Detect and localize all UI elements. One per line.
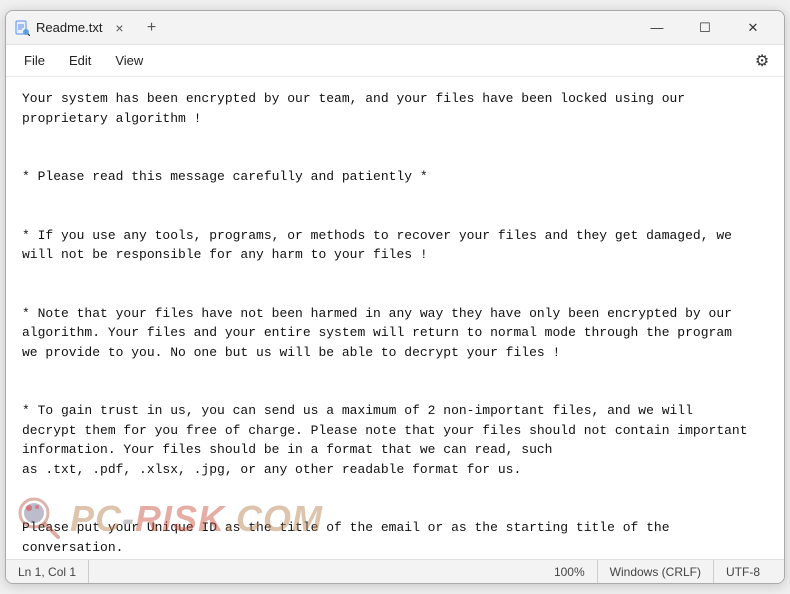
line-ending: Windows (CRLF): [598, 560, 714, 583]
menu-edit[interactable]: Edit: [59, 49, 101, 72]
title-bar: Readme.txt × + — ☐ ✕: [6, 11, 784, 45]
zoom-level: 100%: [542, 560, 598, 583]
menu-file[interactable]: File: [14, 49, 55, 72]
close-window-button[interactable]: ✕: [730, 13, 776, 43]
new-tab-button[interactable]: +: [138, 15, 164, 41]
menu-bar: File Edit View ⚙: [6, 45, 784, 77]
content-area: Your system has been encrypted by our te…: [6, 77, 784, 559]
settings-button[interactable]: ⚙: [748, 47, 776, 75]
notepad-window: Readme.txt × + — ☐ ✕ File Edit View ⚙ Yo…: [5, 10, 785, 584]
cursor-position: Ln 1, Col 1: [18, 560, 89, 583]
encoding: UTF-8: [714, 560, 772, 583]
window-controls: — ☐ ✕: [634, 13, 776, 43]
minimize-button[interactable]: —: [634, 13, 680, 43]
tab-label: Readme.txt: [36, 20, 102, 35]
close-tab-button[interactable]: ×: [110, 19, 128, 37]
status-bar: Ln 1, Col 1 100% Windows (CRLF) UTF-8: [6, 559, 784, 583]
maximize-button[interactable]: ☐: [682, 13, 728, 43]
app-icon: [14, 20, 30, 36]
menu-view[interactable]: View: [105, 49, 153, 72]
text-editor[interactable]: Your system has been encrypted by our te…: [6, 77, 784, 559]
